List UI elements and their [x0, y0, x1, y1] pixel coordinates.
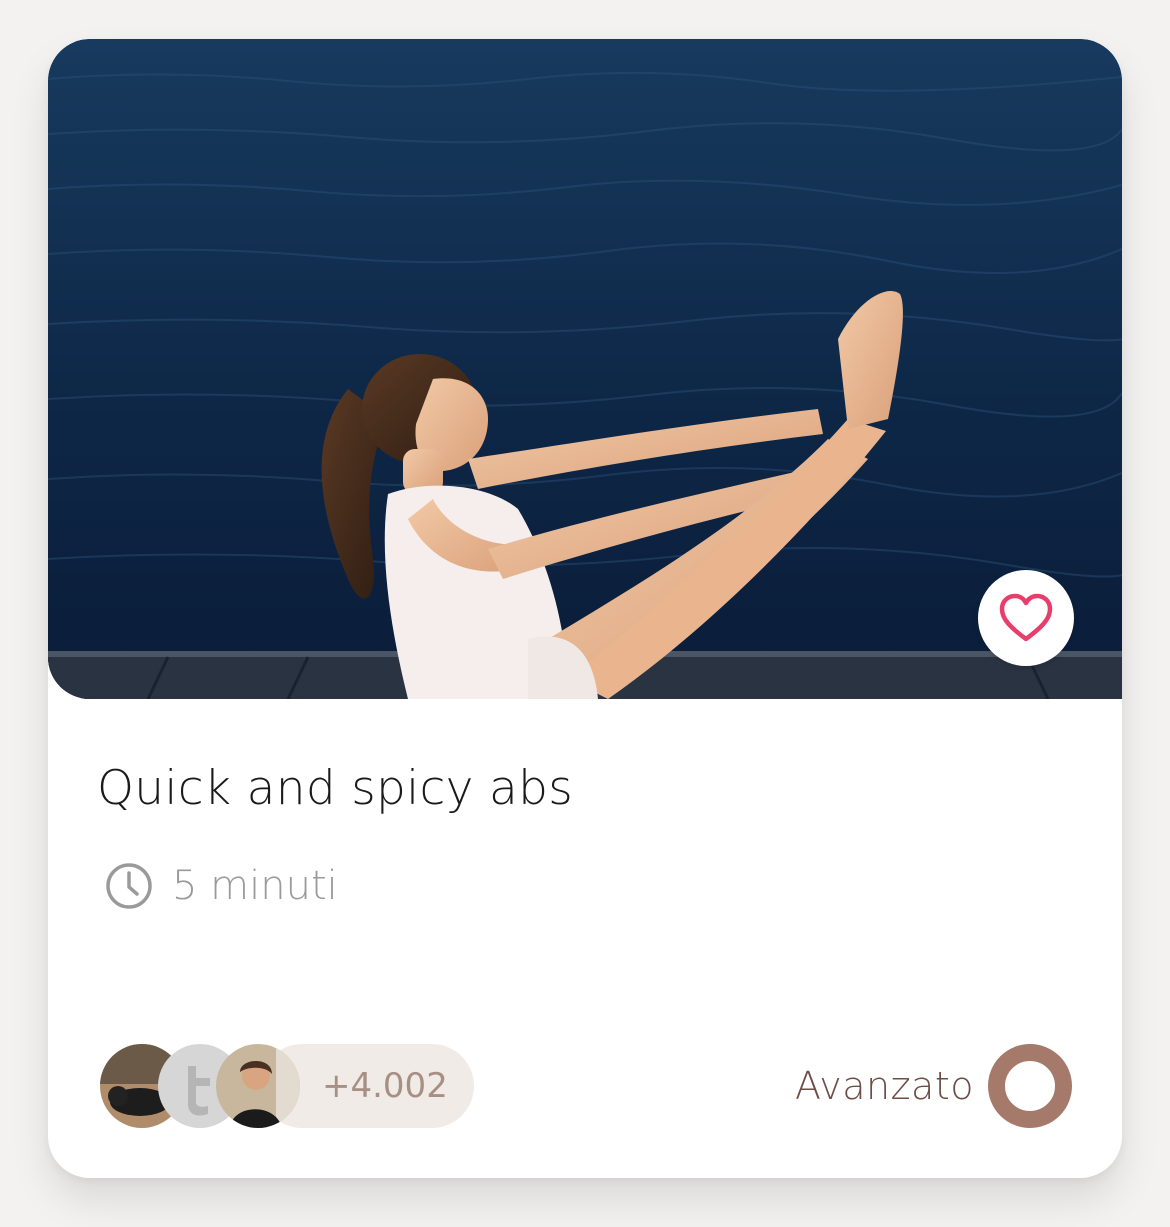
level-label: Avanzato	[794, 1064, 974, 1108]
cover-photo	[48, 39, 1122, 699]
duration-label: 5 minuti	[172, 863, 338, 909]
heart-outline-icon	[999, 593, 1053, 642]
participant-avatar-3	[216, 1044, 300, 1128]
level-ring-icon	[988, 1044, 1072, 1128]
workout-cover-image[interactable]	[48, 39, 1122, 699]
clock-icon	[106, 863, 152, 909]
difficulty-level: Avanzato	[795, 1044, 1072, 1128]
favorite-button[interactable]	[978, 570, 1074, 666]
participants-group[interactable]: +4.002	[100, 1044, 474, 1128]
workout-card[interactable]: Quick and spicy abs 5 minuti +4.002 Avan…	[48, 39, 1122, 1178]
workout-duration: 5 minuti	[104, 861, 338, 911]
workout-title: Quick and spicy abs	[97, 761, 573, 816]
